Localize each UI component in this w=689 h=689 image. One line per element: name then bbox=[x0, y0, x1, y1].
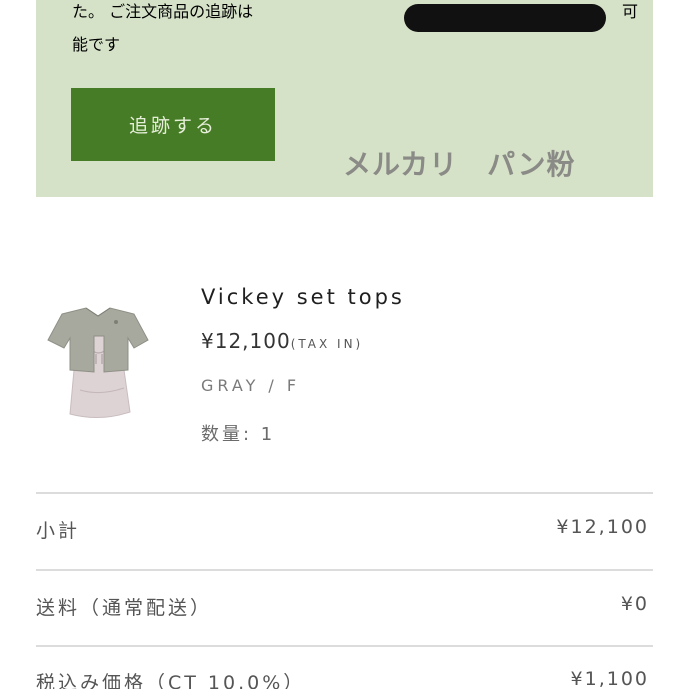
redaction-mark bbox=[404, 4, 606, 32]
watermark-text: メルカリ パン粉 bbox=[343, 148, 576, 181]
product-price: ¥12,100(TAX IN) bbox=[201, 329, 363, 353]
product-quantity: 数量: 1 bbox=[201, 424, 276, 445]
tax-label: 税込み価格（CT 10.0%） bbox=[36, 672, 306, 689]
track-order-button[interactable]: 追跡する bbox=[71, 88, 275, 161]
summary-divider-top bbox=[36, 492, 653, 494]
tax-value: ¥1,100 bbox=[570, 668, 649, 689]
product-price-value: ¥12,100 bbox=[201, 329, 291, 353]
notice-text-line2: 能です bbox=[72, 35, 121, 54]
notice-text-line1: た。 ご注文商品の追跡は bbox=[72, 2, 254, 21]
product-thumbnail-icon bbox=[47, 307, 149, 418]
summary-divider bbox=[36, 569, 653, 571]
shipping-value: ¥0 bbox=[620, 593, 649, 615]
subtotal-label: 小計 bbox=[36, 520, 81, 542]
summary-divider bbox=[36, 645, 653, 647]
notice-text-line1-end: 可 bbox=[622, 2, 639, 21]
order-confirmation-page: た。 ご注文商品の追跡は 可 能です 追跡する メルカリ パン粉 Vickey … bbox=[0, 0, 689, 689]
product-image bbox=[40, 300, 158, 430]
tax-note: (TAX IN) bbox=[290, 337, 364, 351]
subtotal-value: ¥12,100 bbox=[556, 516, 649, 538]
product-name: Vickey set tops bbox=[201, 285, 405, 309]
shipping-label: 送料（通常配送） bbox=[36, 597, 213, 619]
product-variant: GRAY / F bbox=[201, 376, 301, 395]
